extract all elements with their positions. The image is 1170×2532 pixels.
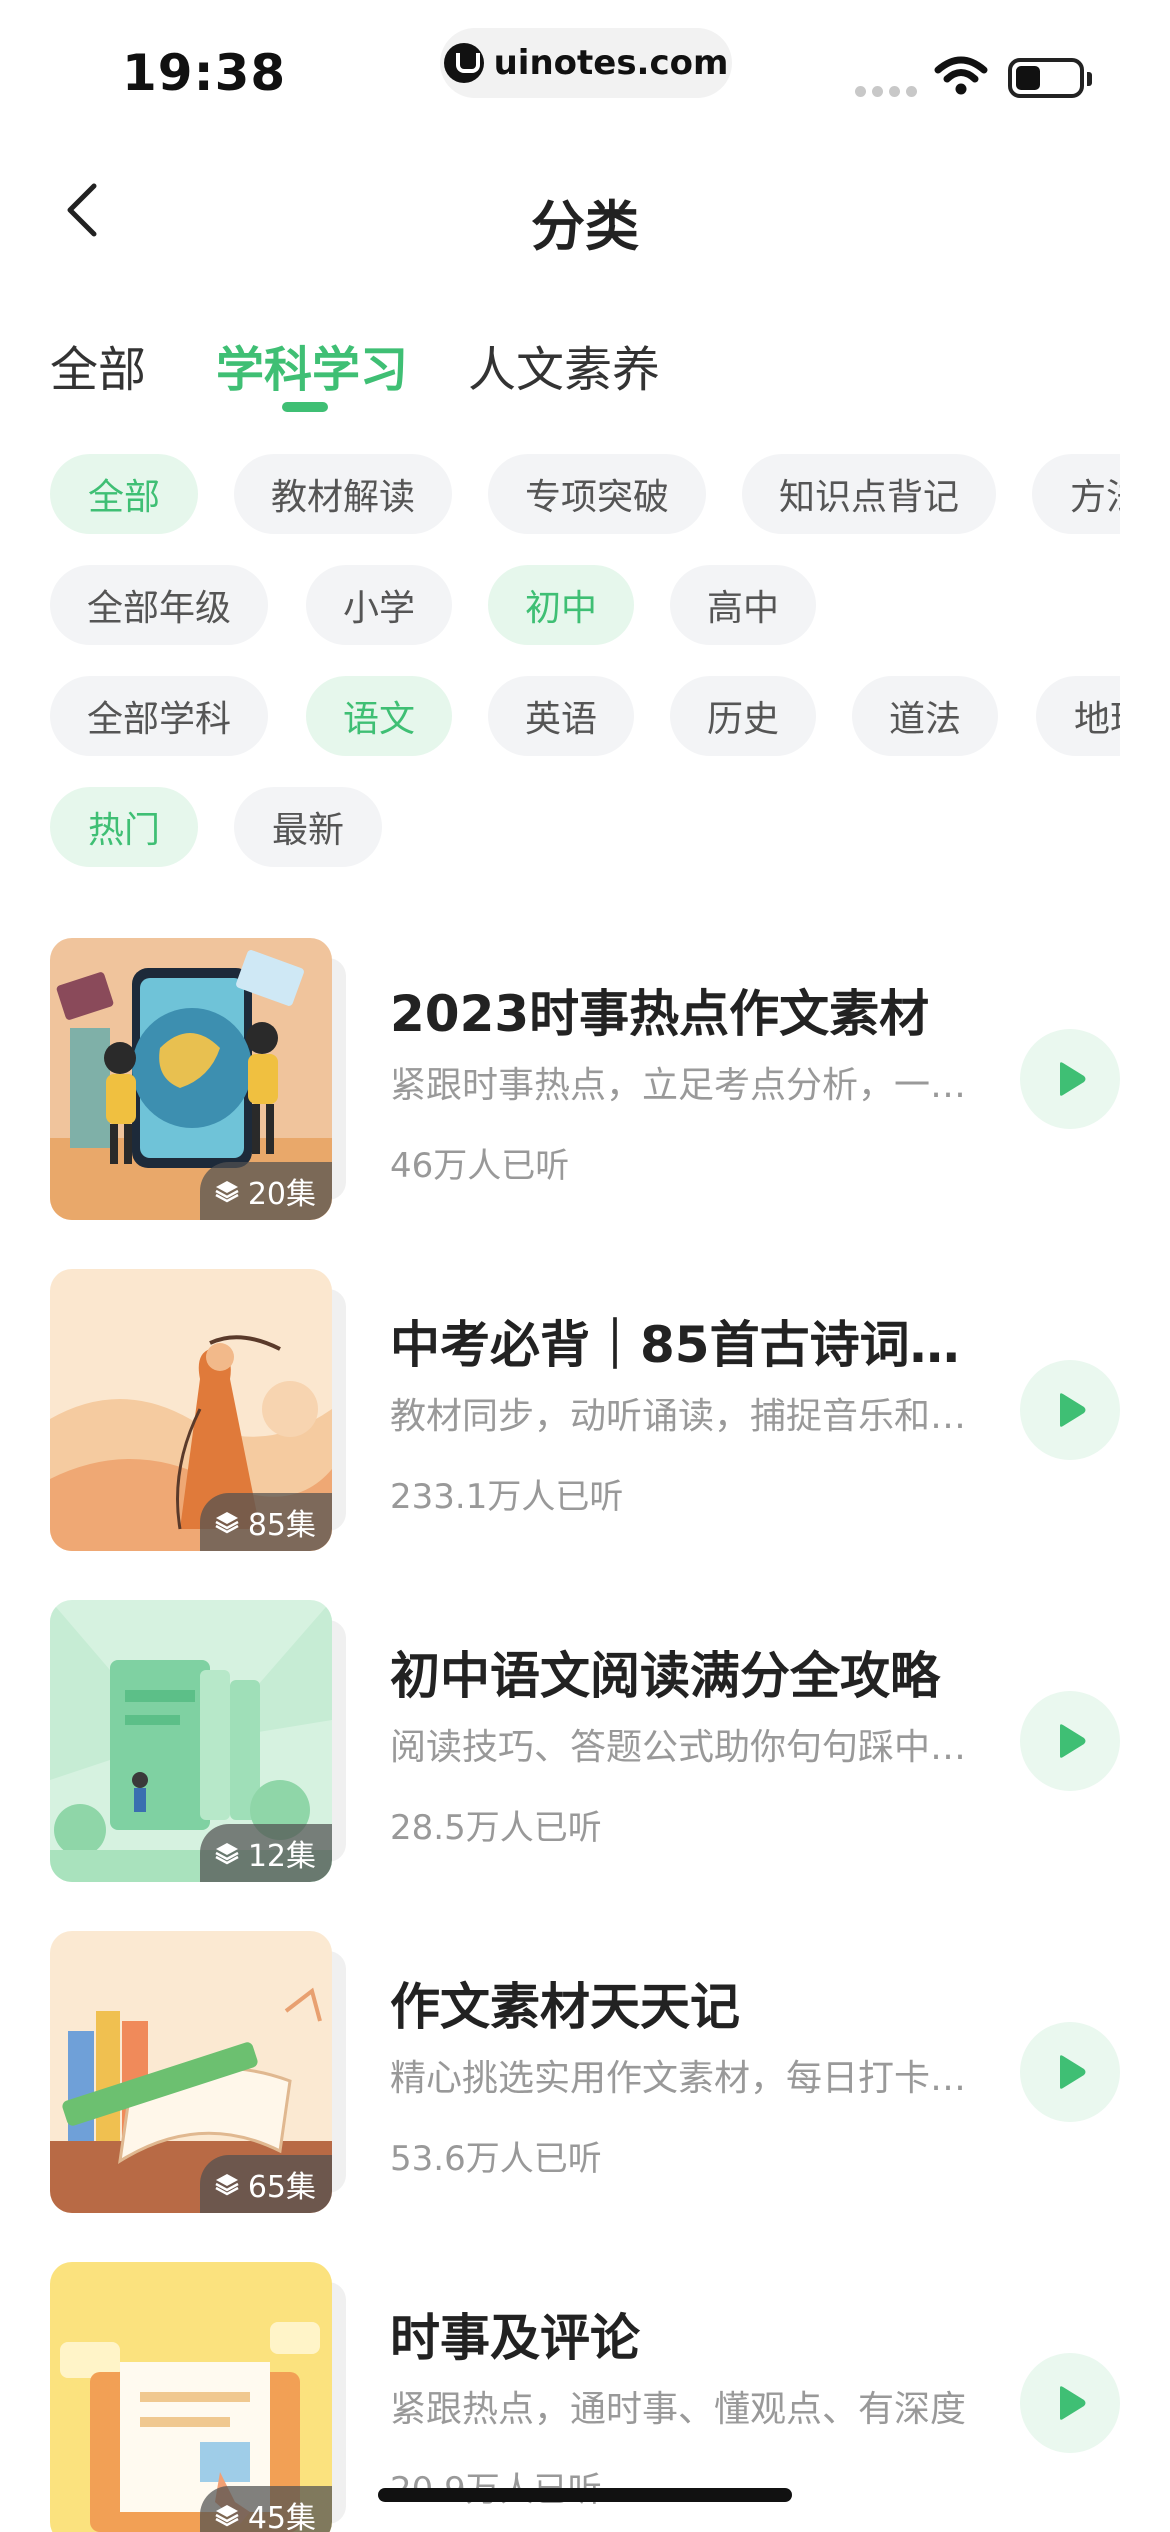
item-description: 教材同步，动听诵读，捕捉音乐和诗词 xyxy=(390,1396,970,1437)
cover-image: 85集 xyxy=(50,1269,332,1551)
filter-row-grade: 全部年级 小学 初中 高中 xyxy=(50,565,1120,645)
chip-type-textbook[interactable]: 教材解读 xyxy=(234,454,452,534)
cover-image: 65集 xyxy=(50,1931,332,2213)
item-listeners: 20.9万人已听 xyxy=(390,2462,602,2511)
status-bar: 19:38 uinotes.com xyxy=(0,0,1170,130)
episode-badge: 85集 xyxy=(199,1493,332,1551)
status-time: 19:38 xyxy=(122,44,287,102)
layers-icon xyxy=(215,1512,239,1534)
play-button[interactable] xyxy=(1020,1691,1120,1791)
chip-sort-new[interactable]: 最新 xyxy=(234,787,382,867)
item-description: 紧跟时事热点，立足考点分析，一站式 xyxy=(390,1065,970,1106)
page-title: 分类 xyxy=(531,195,639,258)
chip-subject-politics[interactable]: 道法 xyxy=(852,676,998,756)
chip-sort-hot[interactable]: 热门 xyxy=(50,787,198,867)
layers-icon xyxy=(215,1843,239,1865)
item-title: 2023时事热点作文素材 xyxy=(390,985,930,1043)
battery-icon xyxy=(1008,58,1092,98)
item-title: 中考必背｜85首古诗词诵读 xyxy=(390,1316,980,1374)
episode-count: 65集 xyxy=(247,2170,316,2205)
item-description: 精心挑选实用作文素材，每日打卡积累 xyxy=(390,2058,970,2099)
item-listeners: 233.1万人已听 xyxy=(390,1477,624,1517)
play-button[interactable] xyxy=(1020,1360,1120,1460)
item-description: 紧跟热点，通时事、懂观点、有深度 xyxy=(390,2389,967,2430)
item-listeners: 53.6万人已听 xyxy=(390,2139,602,2179)
active-tab-indicator xyxy=(282,402,328,412)
cover-image: 12集 xyxy=(50,1600,332,1882)
episode-count: 12集 xyxy=(247,1839,316,1874)
layers-icon xyxy=(215,2174,239,2196)
episode-badge: 20集 xyxy=(199,1162,332,1220)
cover-image: 45集 xyxy=(50,2262,332,2532)
chip-grade-all[interactable]: 全部年级 xyxy=(50,565,268,645)
chip-subject-all[interactable]: 全部学科 xyxy=(50,676,268,756)
play-icon xyxy=(1060,1062,1086,1096)
nav-bar: 分类 xyxy=(0,150,1170,270)
list-item[interactable]: 85集 中考必背｜85首古诗词诵读 教材同步，动听诵读，捕捉音乐和诗词 233.… xyxy=(50,1269,1120,1551)
filter-row-type: 全部 教材解读 专项突破 知识点背记 方法 xyxy=(50,454,1120,534)
cover-image: 20集 xyxy=(50,938,332,1220)
play-icon xyxy=(1060,1724,1086,1758)
layers-icon xyxy=(215,1181,239,1203)
list-item[interactable]: 20集 2023时事热点作文素材 紧跟时事热点，立足考点分析，一站式 46万人已… xyxy=(50,938,1120,1220)
list-item[interactable]: 65集 作文素材天天记 精心挑选实用作文素材，每日打卡积累 53.6万人已听 xyxy=(50,1931,1120,2213)
chip-grade-senior[interactable]: 高中 xyxy=(670,565,816,645)
cellular-signal-icon xyxy=(855,86,917,97)
wifi-icon xyxy=(934,56,988,95)
item-description: 阅读技巧、答题公式助你句句踩中得分点 xyxy=(390,1727,970,1768)
tab-all[interactable]: 全部 xyxy=(50,330,146,400)
play-icon xyxy=(1060,2386,1086,2420)
chip-grade-junior[interactable]: 初中 xyxy=(488,565,634,645)
chip-grade-primary[interactable]: 小学 xyxy=(306,565,452,645)
tab-subject-learning[interactable]: 学科学习 xyxy=(216,330,408,400)
chip-type-method[interactable]: 方法 xyxy=(1032,454,1120,534)
filter-row-subject: 全部学科 语文 英语 历史 道法 地理 xyxy=(50,676,1120,756)
filter-row-sort: 热门 最新 xyxy=(50,787,1120,867)
play-icon xyxy=(1060,2055,1086,2089)
play-button[interactable] xyxy=(1020,1029,1120,1129)
site-logo-icon xyxy=(443,43,484,83)
home-indicator[interactable] xyxy=(378,2488,792,2502)
chip-type-special[interactable]: 专项突破 xyxy=(488,454,706,534)
item-title: 作文素材天天记 xyxy=(390,1978,740,2036)
item-title: 初中语文阅读满分全攻略 xyxy=(390,1647,940,1705)
url-text: uinotes.com xyxy=(493,43,729,83)
chip-type-knowledge[interactable]: 知识点背记 xyxy=(742,454,996,534)
item-listeners: 28.5万人已听 xyxy=(390,1808,602,1848)
episode-count: 45集 xyxy=(247,2501,316,2532)
layers-icon xyxy=(215,2505,239,2527)
episode-badge: 45集 xyxy=(199,2486,332,2532)
item-listeners: 46万人已听 xyxy=(390,1146,570,1186)
episode-badge: 65集 xyxy=(199,2155,332,2213)
tab-humanities[interactable]: 人文素养 xyxy=(468,330,660,400)
item-title: 时事及评论 xyxy=(390,2309,640,2367)
chip-type-all[interactable]: 全部 xyxy=(50,454,198,534)
play-button[interactable] xyxy=(1020,2022,1120,2122)
play-icon xyxy=(1060,1393,1086,1427)
episode-badge: 12集 xyxy=(199,1824,332,1882)
list-item[interactable]: 12集 初中语文阅读满分全攻略 阅读技巧、答题公式助你句句踩中得分点 28.5万… xyxy=(50,1600,1120,1882)
chip-subject-english[interactable]: 英语 xyxy=(488,676,634,756)
chip-subject-geography[interactable]: 地理 xyxy=(1036,676,1120,756)
url-pill[interactable]: uinotes.com xyxy=(440,28,732,98)
chip-subject-chinese[interactable]: 语文 xyxy=(306,676,452,756)
chip-subject-history[interactable]: 历史 xyxy=(670,676,816,756)
episode-count: 20集 xyxy=(247,1177,316,1212)
play-button[interactable] xyxy=(1020,2353,1120,2453)
episode-count: 85集 xyxy=(247,1508,316,1543)
